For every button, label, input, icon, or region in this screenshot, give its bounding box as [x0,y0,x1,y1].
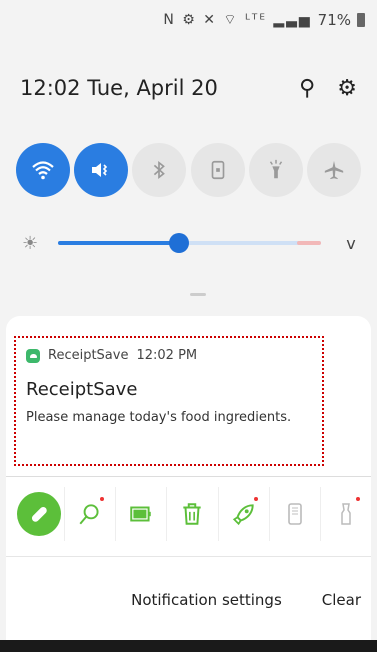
toggle-flashlight[interactable] [248,143,303,197]
clock-time: 12:02 [20,76,81,100]
status-bar: N ⚙ ✕ ⌔ ᴸᵀᴱ ▂▃▅ 71% [0,0,377,40]
app-shortcut-search[interactable] [65,487,117,541]
receiptsave-app-icon [26,348,40,363]
notification-dot [100,497,105,501]
brightness-icon: ☀ [22,232,39,254]
notification-dot [253,497,258,501]
rotation-lock-icon [211,160,224,180]
battery-app-icon [130,506,152,522]
notification-meta: ReceiptSave 12:02 PM [26,348,312,363]
app-shortcuts [14,482,371,546]
flashlight-small-icon [341,503,351,525]
notification-title: ReceiptSave [26,379,138,400]
battery-icon [357,13,365,27]
app-shortcut-pill[interactable] [14,487,66,541]
rocket-icon [232,504,254,526]
app-shortcut-flashlight[interactable] [321,487,371,541]
notification-body: Please manage today's food ingredients. [26,410,292,425]
bottom-bar [0,640,377,652]
notification-dot [355,497,360,501]
quick-toggles [16,143,361,203]
header-actions: ⚲ ⚙ [299,76,357,101]
trash-icon [183,503,202,525]
notification-settings-button[interactable]: Notification settings [131,591,282,609]
pill-icon [17,492,62,536]
bluetooth-icon [154,160,166,180]
gear-icon[interactable]: ⚙ [337,76,357,101]
airplane-icon [324,160,344,180]
app-shortcut-battery[interactable] [116,487,168,541]
search-magnifier-icon [79,504,99,525]
brightness-row: ☀ v [22,228,359,258]
vibrate-icon [92,163,108,177]
date: Tue, April 20 [87,76,218,100]
clear-button[interactable]: Clear [322,591,361,609]
slider-thumb[interactable] [168,233,189,253]
chevron-down-icon[interactable]: v [343,234,359,253]
notification-time: 12:02 PM [136,348,198,363]
slider-warning-zone [297,241,321,245]
app-shortcut-trash[interactable] [167,487,219,541]
notification-card[interactable]: ReceiptSave 12:02 PM ReceiptSave Please … [14,336,324,466]
panel-drag-handle[interactable] [190,293,206,296]
phone-icon [287,503,302,525]
panel-footer: Notification settings Clear [131,591,361,609]
flashlight-icon [269,159,282,179]
status-icons: N ⚙ ✕ ⌔ ᴸᵀᴱ ▂▃▅ [163,12,312,28]
datetime: 12:02 Tue, April 20 [20,76,218,100]
toggle-bluetooth[interactable] [132,143,187,197]
brightness-slider[interactable] [58,228,321,258]
app-shortcut-phone[interactable] [270,487,321,541]
wifi-icon [32,161,54,180]
battery-percentage: 71% [317,11,351,29]
footer-divider [6,556,371,557]
search-icon[interactable]: ⚲ [299,76,315,101]
app-shortcut-rocket[interactable] [219,487,270,541]
notification-app-name: ReceiptSave [48,348,129,363]
toggle-airplane[interactable] [306,143,361,197]
slider-fill [58,241,179,245]
notification-panel: ReceiptSave 12:02 PM ReceiptSave Please … [6,316,371,652]
toggle-rotation-lock[interactable] [190,143,245,197]
toggle-wifi[interactable] [16,143,70,197]
divider [6,476,371,477]
toggle-sound[interactable] [74,143,129,197]
header: 12:02 Tue, April 20 ⚲ ⚙ [20,70,357,106]
